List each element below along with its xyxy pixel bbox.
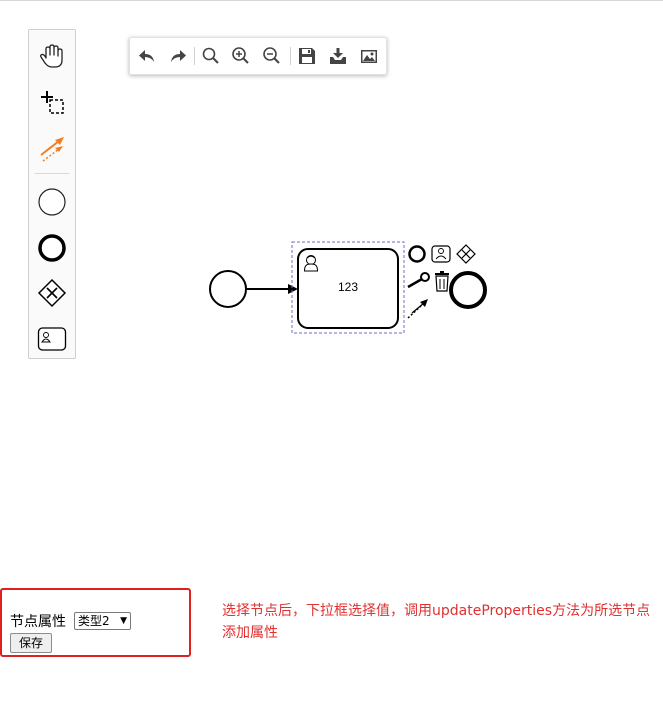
property-select-value: 类型2	[78, 614, 110, 628]
wrench-icon[interactable]	[407, 272, 430, 289]
connect-tool-icon	[40, 137, 64, 162]
create-gateway[interactable]	[29, 273, 75, 313]
redo-icon	[171, 50, 186, 62]
gateway-icon	[37, 278, 67, 308]
zoom-in-icon	[232, 47, 249, 64]
export-image-button[interactable]	[357, 44, 381, 68]
zoom-in-button[interactable]	[229, 44, 253, 68]
append-user-task-icon[interactable]	[431, 245, 451, 263]
connect-icon[interactable]	[407, 299, 428, 319]
append-gateway-icon[interactable]	[456, 244, 476, 264]
end-event-icon	[38, 234, 66, 262]
create-start-event[interactable]	[29, 182, 75, 222]
undo-icon	[139, 50, 154, 62]
download-icon	[330, 48, 346, 64]
toolbar-separator	[194, 47, 195, 65]
zoom-out-button[interactable]	[260, 44, 284, 68]
global-connect-tool[interactable]	[29, 128, 75, 168]
append-end-event-icon[interactable]	[408, 245, 426, 263]
image-icon	[361, 50, 377, 63]
undo-button[interactable]	[135, 44, 159, 68]
user-task-icon	[37, 327, 67, 351]
save-icon	[299, 48, 315, 64]
save-diagram-button[interactable]	[295, 44, 319, 68]
lasso-icon	[41, 91, 64, 114]
save-button[interactable]: 保存	[10, 633, 52, 653]
toolbar-separator	[290, 47, 291, 65]
instruction-note: 选择节点后，下拉框选择值，调用updateProperties方法为所选节点添加…	[222, 603, 651, 641]
palette-separator	[35, 173, 69, 174]
create-user-task[interactable]	[29, 319, 75, 359]
trash-icon[interactable]	[435, 271, 449, 292]
dropdown-arrow-icon: ▼	[120, 616, 127, 626]
zoom-reset-button[interactable]	[199, 44, 223, 68]
redo-button[interactable]	[166, 44, 190, 68]
hand-tool[interactable]	[29, 36, 75, 76]
download-button[interactable]	[326, 44, 350, 68]
start-event-icon	[38, 188, 66, 216]
toolbar	[129, 37, 387, 75]
create-end-event[interactable]	[29, 228, 75, 268]
sequence-flow[interactable]	[246, 284, 298, 294]
properties-panel: 节点属性 类型2 ▼ 保存	[0, 588, 191, 657]
property-select[interactable]: 类型2 ▼	[74, 612, 131, 630]
hand-icon	[40, 44, 63, 68]
zoom-out-icon	[263, 47, 280, 64]
zoom-reset-icon	[202, 47, 219, 64]
diagram-canvas[interactable]	[0, 0, 663, 520]
end-event[interactable]	[449, 271, 487, 309]
lasso-tool[interactable]	[29, 82, 75, 122]
property-label: 节点属性	[10, 614, 66, 630]
task-label: 123	[337, 280, 359, 294]
palette	[28, 29, 76, 359]
start-event[interactable]	[209, 270, 247, 308]
